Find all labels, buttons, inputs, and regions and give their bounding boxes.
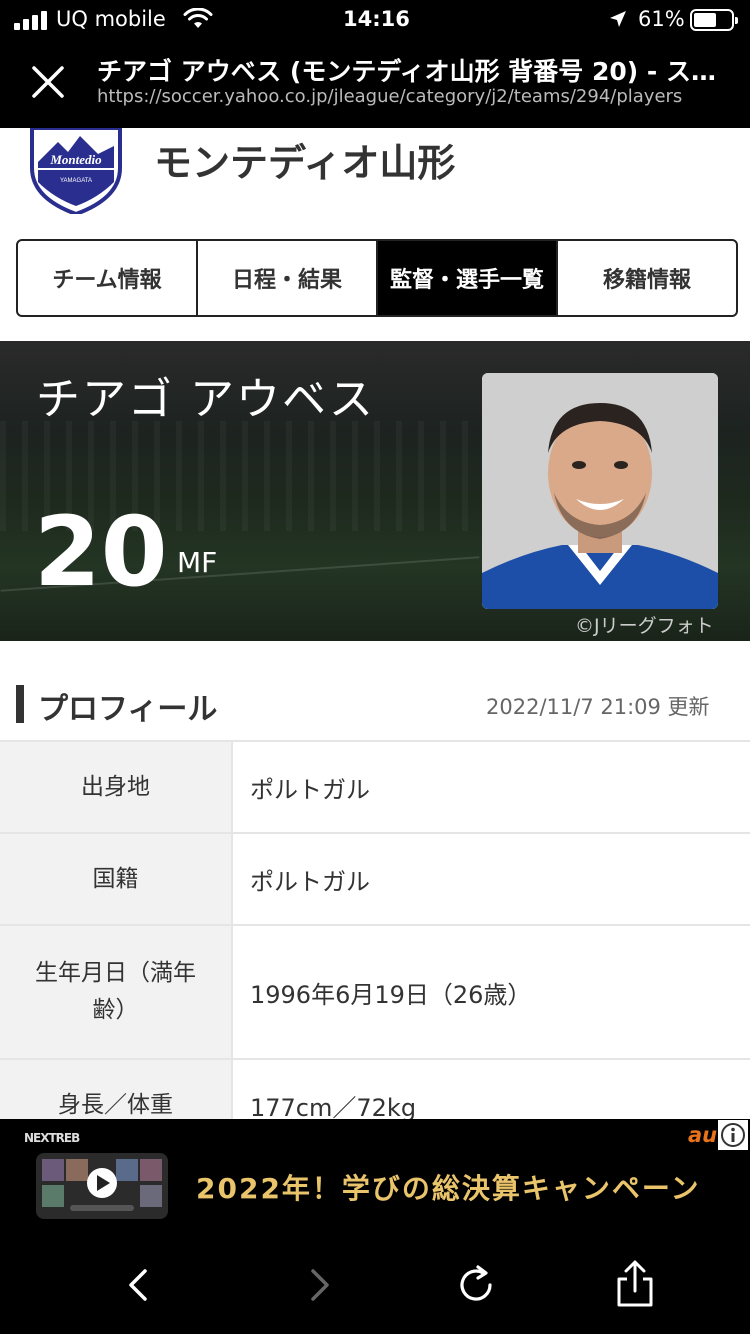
table-row: 国籍 ポルトガル bbox=[0, 834, 750, 926]
ad-info-icon[interactable] bbox=[718, 1120, 748, 1150]
photo-credit: ©Jリーグフォト bbox=[575, 615, 714, 637]
tab-staff-players[interactable]: 監督・選手一覧 bbox=[378, 241, 558, 315]
tab-team-info[interactable]: チーム情報 bbox=[18, 241, 198, 315]
battery-percent: 61% bbox=[638, 7, 685, 31]
page-url[interactable]: https://soccer.yahoo.co.jp/jleague/categ… bbox=[97, 86, 719, 107]
cellular-signal-icon bbox=[14, 11, 47, 30]
player-position: MF bbox=[177, 546, 218, 579]
row-value: 1996年6月19日（26歳） bbox=[250, 980, 532, 1009]
ad-banner[interactable]: NEXTREB au 2022年！学びの総決算キャンペーン bbox=[0, 1119, 750, 1237]
battery-fill bbox=[694, 13, 716, 27]
profile-title: プロフィール bbox=[38, 692, 218, 727]
close-icon[interactable] bbox=[28, 62, 68, 102]
team-logo-subtext: YAMAGATA bbox=[60, 178, 92, 184]
wifi-icon bbox=[183, 8, 213, 28]
back-icon[interactable] bbox=[112, 1259, 164, 1311]
profile-table: 出身地 ポルトガル 国籍 ポルトガル 生年月日（満年齢） 1996年6月19日（… bbox=[0, 740, 750, 1152]
team-logo[interactable]: Montedio YAMAGATA bbox=[28, 128, 124, 214]
browser-toolbar bbox=[0, 1237, 750, 1334]
ad-video-thumbnail bbox=[36, 1153, 168, 1219]
forward-icon[interactable] bbox=[294, 1259, 346, 1311]
section-marker bbox=[16, 685, 24, 723]
battery-icon bbox=[690, 9, 738, 31]
ad-headline: 2022年！学びの総決算キャンペーン bbox=[196, 1172, 701, 1205]
table-row: 出身地 ポルトガル bbox=[0, 742, 750, 834]
player-number: 20 bbox=[34, 496, 168, 608]
row-label: 出身地 bbox=[0, 742, 233, 832]
browser-top-bar: UQ mobile 14:16 61% チアゴ アウベス (モンテディオ山形 背… bbox=[0, 0, 750, 128]
player-photo bbox=[482, 373, 718, 609]
au-logo: au bbox=[688, 1123, 718, 1147]
table-row: 生年月日（満年齢） 1996年6月19日（26歳） bbox=[0, 926, 750, 1060]
status-bar: UQ mobile 14:16 61% bbox=[0, 0, 750, 40]
team-tabs: チーム情報 日程・結果 監督・選手一覧 移籍情報 bbox=[16, 239, 738, 317]
row-value: ポルトガル bbox=[250, 775, 370, 804]
profile-updated-time: 2022/11/7 21:09 更新 bbox=[486, 695, 710, 719]
team-logo-text: Montedio bbox=[49, 152, 102, 167]
share-icon[interactable] bbox=[609, 1259, 661, 1311]
player-hero: チアゴ アウベス 20 MF ©Jリーグフォト bbox=[0, 341, 750, 641]
tab-transfers[interactable]: 移籍情報 bbox=[558, 241, 736, 315]
carrier-name: UQ mobile bbox=[56, 7, 166, 31]
player-name: チアゴ アウベス bbox=[36, 374, 375, 425]
reload-icon[interactable] bbox=[450, 1259, 502, 1311]
row-label: 国籍 bbox=[0, 834, 233, 924]
clock-time: 14:16 bbox=[343, 7, 410, 31]
row-label: 生年月日（満年齢） bbox=[0, 926, 233, 1058]
location-arrow-icon bbox=[610, 11, 626, 27]
team-name[interactable]: モンテディオ山形 bbox=[154, 132, 455, 187]
page-title: チアゴ アウベス (モンテディオ山形 背番号 20) - スポーツナビ bbox=[97, 57, 717, 86]
tab-schedule-results[interactable]: 日程・結果 bbox=[198, 241, 378, 315]
ad-brand-logo: NEXTREB bbox=[24, 1131, 80, 1145]
row-value: ポルトガル bbox=[250, 867, 370, 896]
